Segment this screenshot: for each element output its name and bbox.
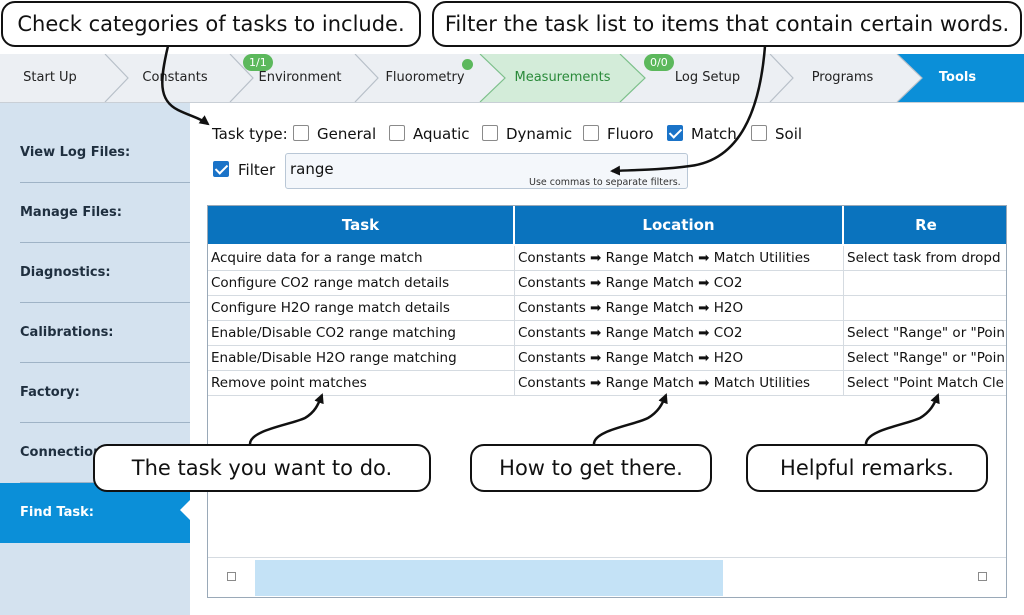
location-cell: Constants ➡ Range Match ➡ Match Utilitie… xyxy=(515,371,844,396)
callout-location: How to get there. xyxy=(470,444,712,492)
table-row[interactable]: Enable/Disable H2O range matching Consta… xyxy=(208,346,1006,371)
dynamic-checkbox[interactable] xyxy=(482,125,498,141)
sidebar-item-view-log-files[interactable]: View Log Files: xyxy=(20,123,190,183)
step-fluorometry[interactable]: Fluorometry xyxy=(375,54,475,102)
task-cell: Enable/Disable CO2 range matching xyxy=(208,321,515,346)
step-programs[interactable]: Programs xyxy=(790,54,895,102)
remarks-cell: Select "Point Match Cle xyxy=(847,375,1004,391)
task-cell: Configure H2O range match details xyxy=(208,296,515,321)
filter-hint: Use commas to separate filters. xyxy=(529,177,681,188)
scroll-right-button[interactable] xyxy=(978,572,987,581)
remarks-cell: Select task from dropd xyxy=(847,250,1001,266)
location-cell: Constants ➡ Range Match ➡ H2O xyxy=(515,346,844,371)
filter-label[interactable]: Filter xyxy=(238,161,275,179)
sidebar-item-calibrations[interactable]: Calibrations: xyxy=(20,303,190,363)
callout-filter: Filter the task list to items that conta… xyxy=(432,1,1022,47)
step-constants[interactable]: Constants xyxy=(125,54,225,102)
dynamic-label[interactable]: Dynamic xyxy=(506,125,572,143)
remarks-cell xyxy=(844,296,1006,321)
environment-count-badge: 1/1 xyxy=(243,54,273,71)
general-label[interactable]: General xyxy=(317,125,376,143)
remarks-cell xyxy=(844,271,1006,296)
horizontal-scrollbar[interactable] xyxy=(208,557,1006,597)
location-cell: Constants ➡ Range Match ➡ CO2 xyxy=(515,321,844,346)
filter-input-value[interactable]: range xyxy=(290,160,334,178)
callout-task: The task you want to do. xyxy=(93,444,431,492)
location-cell: Constants ➡ Range Match ➡ Match Utilitie… xyxy=(515,246,844,271)
general-checkbox[interactable] xyxy=(293,125,309,141)
match-label[interactable]: Match xyxy=(691,125,737,143)
fluoro-label[interactable]: Fluoro xyxy=(607,125,654,143)
table-row[interactable]: Enable/Disable CO2 range matching Consta… xyxy=(208,321,1006,346)
location-cell: Constants ➡ Range Match ➡ H2O xyxy=(515,296,844,321)
task-cell: Configure CO2 range match details xyxy=(208,271,515,296)
aquatic-checkbox[interactable] xyxy=(389,125,405,141)
active-item-pointer xyxy=(180,500,190,520)
step-measurements[interactable]: Measurements xyxy=(505,54,620,102)
remarks-cell: Select "Range" or "Poin xyxy=(847,325,1005,341)
task-type-label: Task type: xyxy=(212,125,288,143)
scroll-left-button[interactable] xyxy=(227,572,236,581)
filter-checkbox[interactable] xyxy=(213,161,229,177)
task-cell: Enable/Disable H2O range matching xyxy=(208,346,515,371)
column-header-task[interactable]: Task xyxy=(208,206,515,244)
scrollbar-thumb[interactable] xyxy=(255,560,723,596)
task-cell: Remove point matches xyxy=(208,371,515,396)
table-row[interactable]: Configure CO2 range match details Consta… xyxy=(208,271,1006,296)
fluorometry-status-dot xyxy=(462,59,473,70)
task-table: Task Location Re Acquire data for a rang… xyxy=(207,205,1007,598)
step-start-up[interactable]: Start Up xyxy=(0,54,100,102)
soil-checkbox[interactable] xyxy=(751,125,767,141)
task-cell: Acquire data for a range match xyxy=(208,246,515,271)
step-tools[interactable]: Tools xyxy=(915,54,1000,102)
callout-categories: Check categories of tasks to include. xyxy=(1,1,421,47)
table-row[interactable]: Remove point matches Constants ➡ Range M… xyxy=(208,371,1006,396)
column-header-remarks[interactable]: Re xyxy=(844,206,1006,244)
sidebar-item-manage-files[interactable]: Manage Files: xyxy=(20,183,190,243)
sidebar-item-diagnostics[interactable]: Diagnostics: xyxy=(20,243,190,303)
remarks-cell: Select "Range" or "Poin xyxy=(847,350,1005,366)
location-cell: Constants ➡ Range Match ➡ CO2 xyxy=(515,271,844,296)
workflow-step-bar: Start Up Constants Environment Fluoromet… xyxy=(0,54,1024,103)
soil-label[interactable]: Soil xyxy=(775,125,802,143)
sidebar-item-factory[interactable]: Factory: xyxy=(20,363,190,423)
aquatic-label[interactable]: Aquatic xyxy=(413,125,470,143)
table-row[interactable]: Acquire data for a range match Constants… xyxy=(208,246,1006,271)
tools-sidebar: View Log Files: Manage Files: Diagnostic… xyxy=(0,103,190,615)
fluoro-checkbox[interactable] xyxy=(583,125,599,141)
log-setup-count-badge: 0/0 xyxy=(644,54,674,71)
callout-remarks: Helpful remarks. xyxy=(746,444,988,492)
table-row[interactable]: Configure H2O range match details Consta… xyxy=(208,296,1006,321)
column-header-location[interactable]: Location xyxy=(515,206,844,244)
match-checkbox[interactable] xyxy=(667,125,683,141)
sidebar-item-find-task[interactable]: Find Task: xyxy=(0,483,190,543)
